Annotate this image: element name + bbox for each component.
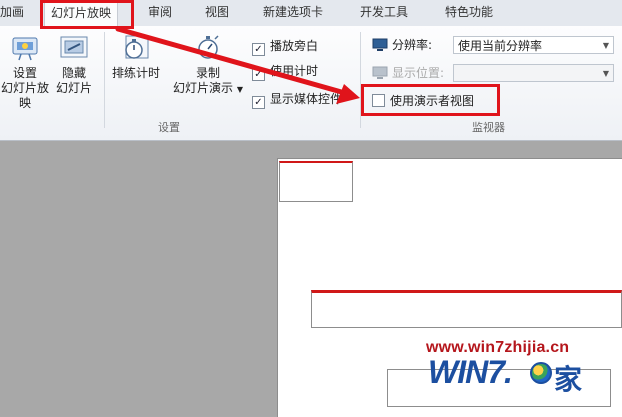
projector-icon <box>12 37 38 61</box>
rehearse-timings-label: 排练计时 <box>111 66 160 80</box>
setup-slide-show-button[interactable]: 设置 幻灯片放映 <box>0 32 50 111</box>
record-label-2-text: 幻灯片演示 <box>173 81 234 95</box>
resolution-select[interactable]: 使用当前分辨率 ▼ <box>453 36 614 54</box>
play-narrations-label: 播放旁白 <box>270 39 319 53</box>
use-timings-label: 使用计时 <box>270 64 319 78</box>
ribbon-panel: 设置 幻灯片放映 隐藏 幻灯片 排练计时 录制 幻灯片演示 ▼ ✓ 播放旁白 ✓… <box>0 26 622 141</box>
checkbox-checked-icon: ✓ <box>252 96 265 109</box>
record-timer-icon <box>198 35 219 59</box>
logo-cn-text: 家 <box>554 363 583 396</box>
tab-review[interactable]: 审阅 <box>148 0 172 26</box>
show-on-label-text: 显示位置: <box>392 66 445 80</box>
tab-new-tab[interactable]: 新建选项卡 <box>263 0 323 26</box>
show-media-controls-checkbox[interactable]: ✓ 显示媒体控件 <box>252 91 343 109</box>
resolution-label-text: 分辨率: <box>392 38 433 52</box>
show-on-select[interactable]: ▼ <box>453 64 614 82</box>
tab-developer[interactable]: 开发工具 <box>360 0 408 26</box>
chevron-down-icon: ▼ <box>602 69 609 78</box>
record-slide-show-button[interactable]: 录制 幻灯片演示 ▼ <box>168 32 248 97</box>
checkbox-checked-icon: ✓ <box>252 43 265 56</box>
setup-group-label: 设置 <box>158 121 180 134</box>
monitors-group-label: 监视器 <box>472 121 505 134</box>
rehearse-timings-button[interactable]: 排练计时 <box>108 32 164 81</box>
checkbox-unchecked-icon <box>372 94 385 107</box>
resolution-label: 分辨率: <box>372 36 432 54</box>
windows-orb-icon <box>530 362 552 384</box>
tab-special-features[interactable]: 特色功能 <box>445 0 493 26</box>
group-separator <box>104 32 105 128</box>
stopwatch-icon <box>125 35 149 59</box>
use-presenter-view-label: 使用演示者视图 <box>390 94 475 108</box>
hide-slide-label-2: 幻灯片 <box>55 81 92 95</box>
setup-slide-show-label-2: 幻灯片放映 <box>0 81 49 110</box>
record-label-1: 录制 <box>195 66 220 80</box>
hide-slide-button[interactable]: 隐藏 幻灯片 <box>54 32 94 96</box>
setup-slide-show-label-1: 设置 <box>12 66 37 80</box>
hide-slide-icon <box>60 36 88 58</box>
tab-slide-show[interactable]: 幻灯片放映 <box>44 0 119 27</box>
text-placeholder[interactable] <box>279 161 353 202</box>
title-placeholder[interactable] <box>311 290 622 328</box>
checkbox-checked-icon: ✓ <box>252 68 265 81</box>
group-separator <box>360 32 361 128</box>
show-on-label: 显示位置: <box>372 64 444 82</box>
tab-animations[interactable]: 加画 <box>0 0 24 26</box>
hide-slide-label-1: 隐藏 <box>61 66 86 80</box>
logo-text: WIN7. <box>428 354 513 390</box>
monitor-icon <box>372 66 388 79</box>
use-timings-checkbox[interactable]: ✓ 使用计时 <box>252 63 319 81</box>
show-media-controls-label: 显示媒体控件 <box>270 92 343 106</box>
resolution-value: 使用当前分辨率 <box>458 39 543 53</box>
dropdown-arrow-icon[interactable]: ▼ <box>237 85 243 94</box>
use-presenter-view-checkbox[interactable]: 使用演示者视图 <box>372 93 474 109</box>
ribbon-tab-bar: 加画 幻灯片放映 审阅 视图 新建选项卡 开发工具 特色功能 <box>0 0 622 27</box>
chevron-down-icon: ▼ <box>602 41 609 50</box>
win7-logo: WIN7. 家 <box>428 354 608 396</box>
play-narrations-checkbox[interactable]: ✓ 播放旁白 <box>252 38 319 56</box>
tab-view[interactable]: 视图 <box>205 0 229 26</box>
monitor-icon <box>372 38 388 51</box>
record-label-2: 幻灯片演示 ▼ <box>168 81 248 97</box>
